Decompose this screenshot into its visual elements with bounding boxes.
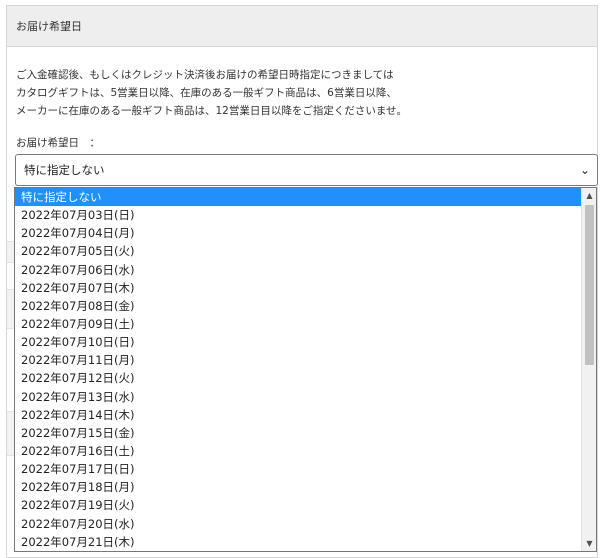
date-option[interactable]: 2022年07月16日(土) bbox=[15, 442, 582, 460]
date-option[interactable]: 2022年07月06日(水) bbox=[15, 261, 582, 279]
date-option[interactable]: 2022年07月08日(金) bbox=[15, 297, 582, 315]
scroll-down-arrow-icon[interactable]: ▼ bbox=[582, 536, 596, 551]
scroll-up-arrow-icon[interactable]: ▲ bbox=[582, 188, 596, 203]
date-option[interactable]: 2022年07月15日(金) bbox=[15, 424, 582, 442]
date-option[interactable]: 2022年07月20日(水) bbox=[15, 515, 582, 533]
delivery-notice: ご入金確認後、もしくはクレジット決済後お届けの希望日時指定につきましては カタロ… bbox=[16, 66, 407, 120]
chevron-down-icon[interactable]: ⌄ bbox=[580, 155, 590, 185]
date-option[interactable]: 2022年07月03日(日) bbox=[15, 206, 582, 224]
panel-header: お届け希望日 bbox=[7, 6, 597, 47]
select-current-value: 特に指定しない bbox=[24, 163, 105, 177]
date-option[interactable]: 2022年07月17日(日) bbox=[15, 460, 582, 478]
notice-line: ご入金確認後、もしくはクレジット決済後お届けの希望日時指定につきましては bbox=[16, 69, 394, 81]
scroll-thumb[interactable] bbox=[585, 205, 594, 365]
notice-line: カタログギフトは、5営業日以降、在庫のある一般ギフト商品は、6営業日以降、 bbox=[16, 87, 397, 99]
date-option[interactable]: 2022年07月13日(水) bbox=[15, 388, 582, 406]
delivery-date-label: お届け希望日 ： bbox=[16, 137, 100, 149]
date-option[interactable]: 2022年07月05日(火) bbox=[15, 242, 582, 260]
option-list: 特に指定しない 2022年07月03日(日) 2022年07月04日(月) 2022年… bbox=[15, 188, 582, 551]
date-option[interactable]: 2022年07月07日(木) bbox=[15, 279, 582, 297]
date-option[interactable]: 2022年07月11日(月) bbox=[15, 351, 582, 369]
date-option[interactable]: 2022年07月19日(火) bbox=[15, 496, 582, 514]
date-option[interactable]: 2022年07月21日(木) bbox=[15, 533, 582, 551]
option-no-preference[interactable]: 特に指定しない bbox=[15, 188, 582, 207]
date-option[interactable]: 2022年07月10日(日) bbox=[15, 333, 582, 351]
date-option[interactable]: 2022年07月04日(月) bbox=[15, 224, 582, 242]
delivery-date-dropdown[interactable]: 特に指定しない 2022年07月03日(日) 2022年07月04日(月) 2022年… bbox=[14, 187, 597, 552]
date-option[interactable]: 2022年07月18日(月) bbox=[15, 478, 582, 496]
delivery-date-select[interactable]: 特に指定しない ⌄ bbox=[15, 154, 598, 186]
notice-line: メーカーに在庫のある一般ギフト商品は、12営業日目以降をご指定くださいませ。 bbox=[16, 105, 408, 117]
date-option[interactable]: 2022年07月12日(火) bbox=[15, 369, 582, 387]
dropdown-scrollbar[interactable]: ▲ ▼ bbox=[581, 188, 596, 551]
date-option[interactable]: 2022年07月14日(木) bbox=[15, 406, 582, 424]
date-option[interactable]: 2022年07月09日(土) bbox=[15, 315, 582, 333]
